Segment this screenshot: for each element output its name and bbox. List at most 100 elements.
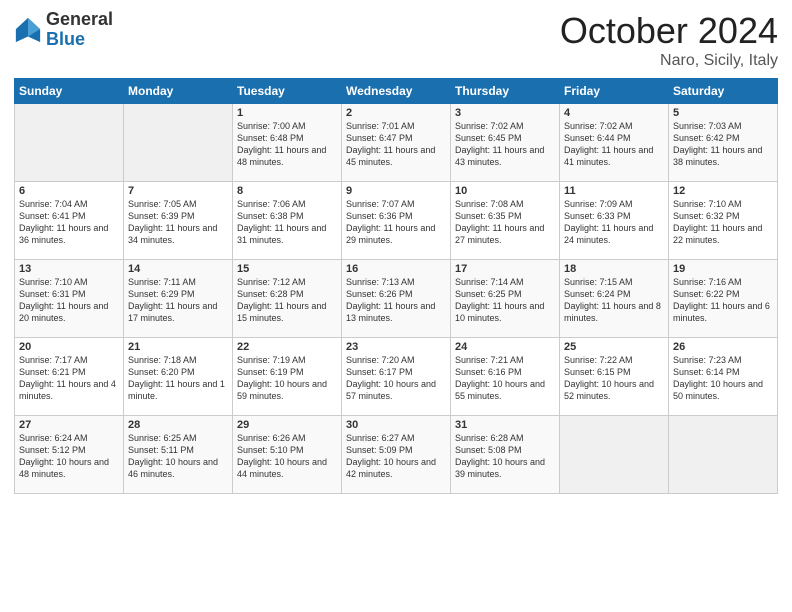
calendar-week-row: 6Sunrise: 7:04 AM Sunset: 6:41 PM Daylig… xyxy=(15,182,778,260)
day-info: Sunrise: 7:08 AM Sunset: 6:35 PM Dayligh… xyxy=(455,198,555,247)
header-cell: Saturday xyxy=(669,79,778,104)
calendar-cell: 12Sunrise: 7:10 AM Sunset: 6:32 PM Dayli… xyxy=(669,182,778,260)
day-number: 14 xyxy=(128,263,228,275)
day-info: Sunrise: 6:27 AM Sunset: 5:09 PM Dayligh… xyxy=(346,432,446,481)
calendar-cell: 24Sunrise: 7:21 AM Sunset: 6:16 PM Dayli… xyxy=(451,338,560,416)
day-info: Sunrise: 7:23 AM Sunset: 6:14 PM Dayligh… xyxy=(673,354,773,403)
calendar-cell: 2Sunrise: 7:01 AM Sunset: 6:47 PM Daylig… xyxy=(342,104,451,182)
day-number: 11 xyxy=(564,185,664,197)
day-info: Sunrise: 7:10 AM Sunset: 6:31 PM Dayligh… xyxy=(19,276,119,325)
day-info: Sunrise: 7:11 AM Sunset: 6:29 PM Dayligh… xyxy=(128,276,228,325)
day-number: 5 xyxy=(673,107,773,119)
header-row: SundayMondayTuesdayWednesdayThursdayFrid… xyxy=(15,79,778,104)
calendar-cell: 25Sunrise: 7:22 AM Sunset: 6:15 PM Dayli… xyxy=(560,338,669,416)
calendar-cell: 7Sunrise: 7:05 AM Sunset: 6:39 PM Daylig… xyxy=(124,182,233,260)
calendar-cell: 15Sunrise: 7:12 AM Sunset: 6:28 PM Dayli… xyxy=(233,260,342,338)
title-block: October 2024 Naro, Sicily, Italy xyxy=(560,10,778,70)
day-info: Sunrise: 7:02 AM Sunset: 6:44 PM Dayligh… xyxy=(564,120,664,169)
calendar-cell: 13Sunrise: 7:10 AM Sunset: 6:31 PM Dayli… xyxy=(15,260,124,338)
day-info: Sunrise: 7:06 AM Sunset: 6:38 PM Dayligh… xyxy=(237,198,337,247)
calendar-week-row: 20Sunrise: 7:17 AM Sunset: 6:21 PM Dayli… xyxy=(15,338,778,416)
day-number: 25 xyxy=(564,341,664,353)
header-cell: Tuesday xyxy=(233,79,342,104)
day-number: 17 xyxy=(455,263,555,275)
calendar-cell: 11Sunrise: 7:09 AM Sunset: 6:33 PM Dayli… xyxy=(560,182,669,260)
day-info: Sunrise: 7:14 AM Sunset: 6:25 PM Dayligh… xyxy=(455,276,555,325)
calendar-cell: 1Sunrise: 7:00 AM Sunset: 6:48 PM Daylig… xyxy=(233,104,342,182)
day-info: Sunrise: 7:18 AM Sunset: 6:20 PM Dayligh… xyxy=(128,354,228,403)
calendar-cell xyxy=(669,416,778,494)
calendar-cell xyxy=(15,104,124,182)
calendar-cell: 26Sunrise: 7:23 AM Sunset: 6:14 PM Dayli… xyxy=(669,338,778,416)
day-info: Sunrise: 7:17 AM Sunset: 6:21 PM Dayligh… xyxy=(19,354,119,403)
calendar-cell: 18Sunrise: 7:15 AM Sunset: 6:24 PM Dayli… xyxy=(560,260,669,338)
calendar-table: SundayMondayTuesdayWednesdayThursdayFrid… xyxy=(14,78,778,494)
day-info: Sunrise: 7:05 AM Sunset: 6:39 PM Dayligh… xyxy=(128,198,228,247)
day-info: Sunrise: 7:09 AM Sunset: 6:33 PM Dayligh… xyxy=(564,198,664,247)
calendar-cell: 10Sunrise: 7:08 AM Sunset: 6:35 PM Dayli… xyxy=(451,182,560,260)
day-info: Sunrise: 7:12 AM Sunset: 6:28 PM Dayligh… xyxy=(237,276,337,325)
calendar-cell: 21Sunrise: 7:18 AM Sunset: 6:20 PM Dayli… xyxy=(124,338,233,416)
day-number: 19 xyxy=(673,263,773,275)
header-cell: Thursday xyxy=(451,79,560,104)
day-info: Sunrise: 7:13 AM Sunset: 6:26 PM Dayligh… xyxy=(346,276,446,325)
day-number: 8 xyxy=(237,185,337,197)
day-info: Sunrise: 7:22 AM Sunset: 6:15 PM Dayligh… xyxy=(564,354,664,403)
day-number: 13 xyxy=(19,263,119,275)
day-number: 15 xyxy=(237,263,337,275)
day-info: Sunrise: 7:00 AM Sunset: 6:48 PM Dayligh… xyxy=(237,120,337,169)
day-info: Sunrise: 7:04 AM Sunset: 6:41 PM Dayligh… xyxy=(19,198,119,247)
day-number: 29 xyxy=(237,419,337,431)
day-number: 6 xyxy=(19,185,119,197)
day-number: 16 xyxy=(346,263,446,275)
day-info: Sunrise: 7:02 AM Sunset: 6:45 PM Dayligh… xyxy=(455,120,555,169)
day-info: Sunrise: 7:01 AM Sunset: 6:47 PM Dayligh… xyxy=(346,120,446,169)
day-number: 10 xyxy=(455,185,555,197)
calendar-week-row: 27Sunrise: 6:24 AM Sunset: 5:12 PM Dayli… xyxy=(15,416,778,494)
page-header: General Blue October 2024 Naro, Sicily, … xyxy=(14,10,778,70)
calendar-cell: 29Sunrise: 6:26 AM Sunset: 5:10 PM Dayli… xyxy=(233,416,342,494)
calendar-cell: 8Sunrise: 7:06 AM Sunset: 6:38 PM Daylig… xyxy=(233,182,342,260)
day-info: Sunrise: 7:15 AM Sunset: 6:24 PM Dayligh… xyxy=(564,276,664,325)
calendar-header: SundayMondayTuesdayWednesdayThursdayFrid… xyxy=(15,79,778,104)
day-number: 9 xyxy=(346,185,446,197)
day-number: 20 xyxy=(19,341,119,353)
day-number: 21 xyxy=(128,341,228,353)
calendar-cell: 6Sunrise: 7:04 AM Sunset: 6:41 PM Daylig… xyxy=(15,182,124,260)
calendar-cell: 9Sunrise: 7:07 AM Sunset: 6:36 PM Daylig… xyxy=(342,182,451,260)
day-number: 1 xyxy=(237,107,337,119)
day-number: 3 xyxy=(455,107,555,119)
calendar-cell: 5Sunrise: 7:03 AM Sunset: 6:42 PM Daylig… xyxy=(669,104,778,182)
day-info: Sunrise: 7:20 AM Sunset: 6:17 PM Dayligh… xyxy=(346,354,446,403)
calendar-cell: 23Sunrise: 7:20 AM Sunset: 6:17 PM Dayli… xyxy=(342,338,451,416)
calendar-body: 1Sunrise: 7:00 AM Sunset: 6:48 PM Daylig… xyxy=(15,104,778,494)
calendar-cell: 17Sunrise: 7:14 AM Sunset: 6:25 PM Dayli… xyxy=(451,260,560,338)
day-info: Sunrise: 7:03 AM Sunset: 6:42 PM Dayligh… xyxy=(673,120,773,169)
day-info: Sunrise: 6:25 AM Sunset: 5:11 PM Dayligh… xyxy=(128,432,228,481)
calendar-cell xyxy=(124,104,233,182)
calendar-cell: 4Sunrise: 7:02 AM Sunset: 6:44 PM Daylig… xyxy=(560,104,669,182)
day-info: Sunrise: 7:16 AM Sunset: 6:22 PM Dayligh… xyxy=(673,276,773,325)
day-number: 7 xyxy=(128,185,228,197)
day-number: 28 xyxy=(128,419,228,431)
logo-general: General xyxy=(46,10,113,30)
day-info: Sunrise: 7:07 AM Sunset: 6:36 PM Dayligh… xyxy=(346,198,446,247)
header-cell: Friday xyxy=(560,79,669,104)
day-info: Sunrise: 6:28 AM Sunset: 5:08 PM Dayligh… xyxy=(455,432,555,481)
calendar-cell: 16Sunrise: 7:13 AM Sunset: 6:26 PM Dayli… xyxy=(342,260,451,338)
day-info: Sunrise: 7:10 AM Sunset: 6:32 PM Dayligh… xyxy=(673,198,773,247)
day-number: 31 xyxy=(455,419,555,431)
calendar-cell: 28Sunrise: 6:25 AM Sunset: 5:11 PM Dayli… xyxy=(124,416,233,494)
day-number: 26 xyxy=(673,341,773,353)
day-info: Sunrise: 7:19 AM Sunset: 6:19 PM Dayligh… xyxy=(237,354,337,403)
calendar-cell xyxy=(560,416,669,494)
location: Naro, Sicily, Italy xyxy=(560,52,778,70)
calendar-cell: 30Sunrise: 6:27 AM Sunset: 5:09 PM Dayli… xyxy=(342,416,451,494)
page-container: General Blue October 2024 Naro, Sicily, … xyxy=(0,0,792,504)
logo-blue: Blue xyxy=(46,30,113,50)
day-number: 24 xyxy=(455,341,555,353)
day-number: 22 xyxy=(237,341,337,353)
calendar-cell: 19Sunrise: 7:16 AM Sunset: 6:22 PM Dayli… xyxy=(669,260,778,338)
day-info: Sunrise: 6:26 AM Sunset: 5:10 PM Dayligh… xyxy=(237,432,337,481)
day-number: 18 xyxy=(564,263,664,275)
